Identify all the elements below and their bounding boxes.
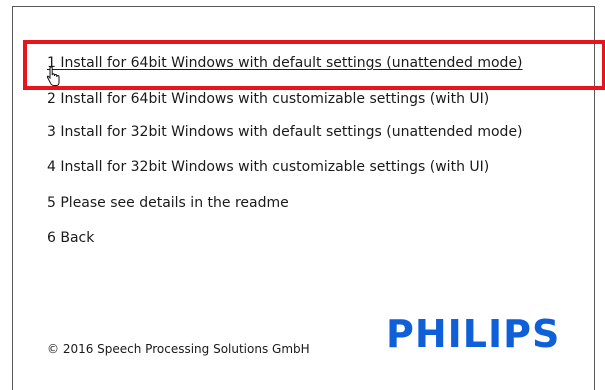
menu-item-back[interactable]: 6 Back [47, 229, 94, 247]
menu-item-install-32bit-custom[interactable]: 4 Install for 32bit Windows with customi… [47, 158, 489, 176]
menu-item-install-32bit-default[interactable]: 3 Install for 32bit Windows with default… [47, 123, 523, 141]
philips-logo: PHILIPS [386, 312, 561, 356]
hand-pointer-icon [46, 67, 60, 86]
copyright-text: © 2016 Speech Processing Solutions GmbH [47, 342, 310, 356]
menu-item-install-64bit-custom[interactable]: 2 Install for 64bit Windows with customi… [47, 90, 489, 108]
menu-item-readme[interactable]: 5 Please see details in the readme [47, 194, 289, 212]
menu-item-install-64bit-default[interactable]: 1 Install for 64bit Windows with default… [47, 54, 523, 72]
